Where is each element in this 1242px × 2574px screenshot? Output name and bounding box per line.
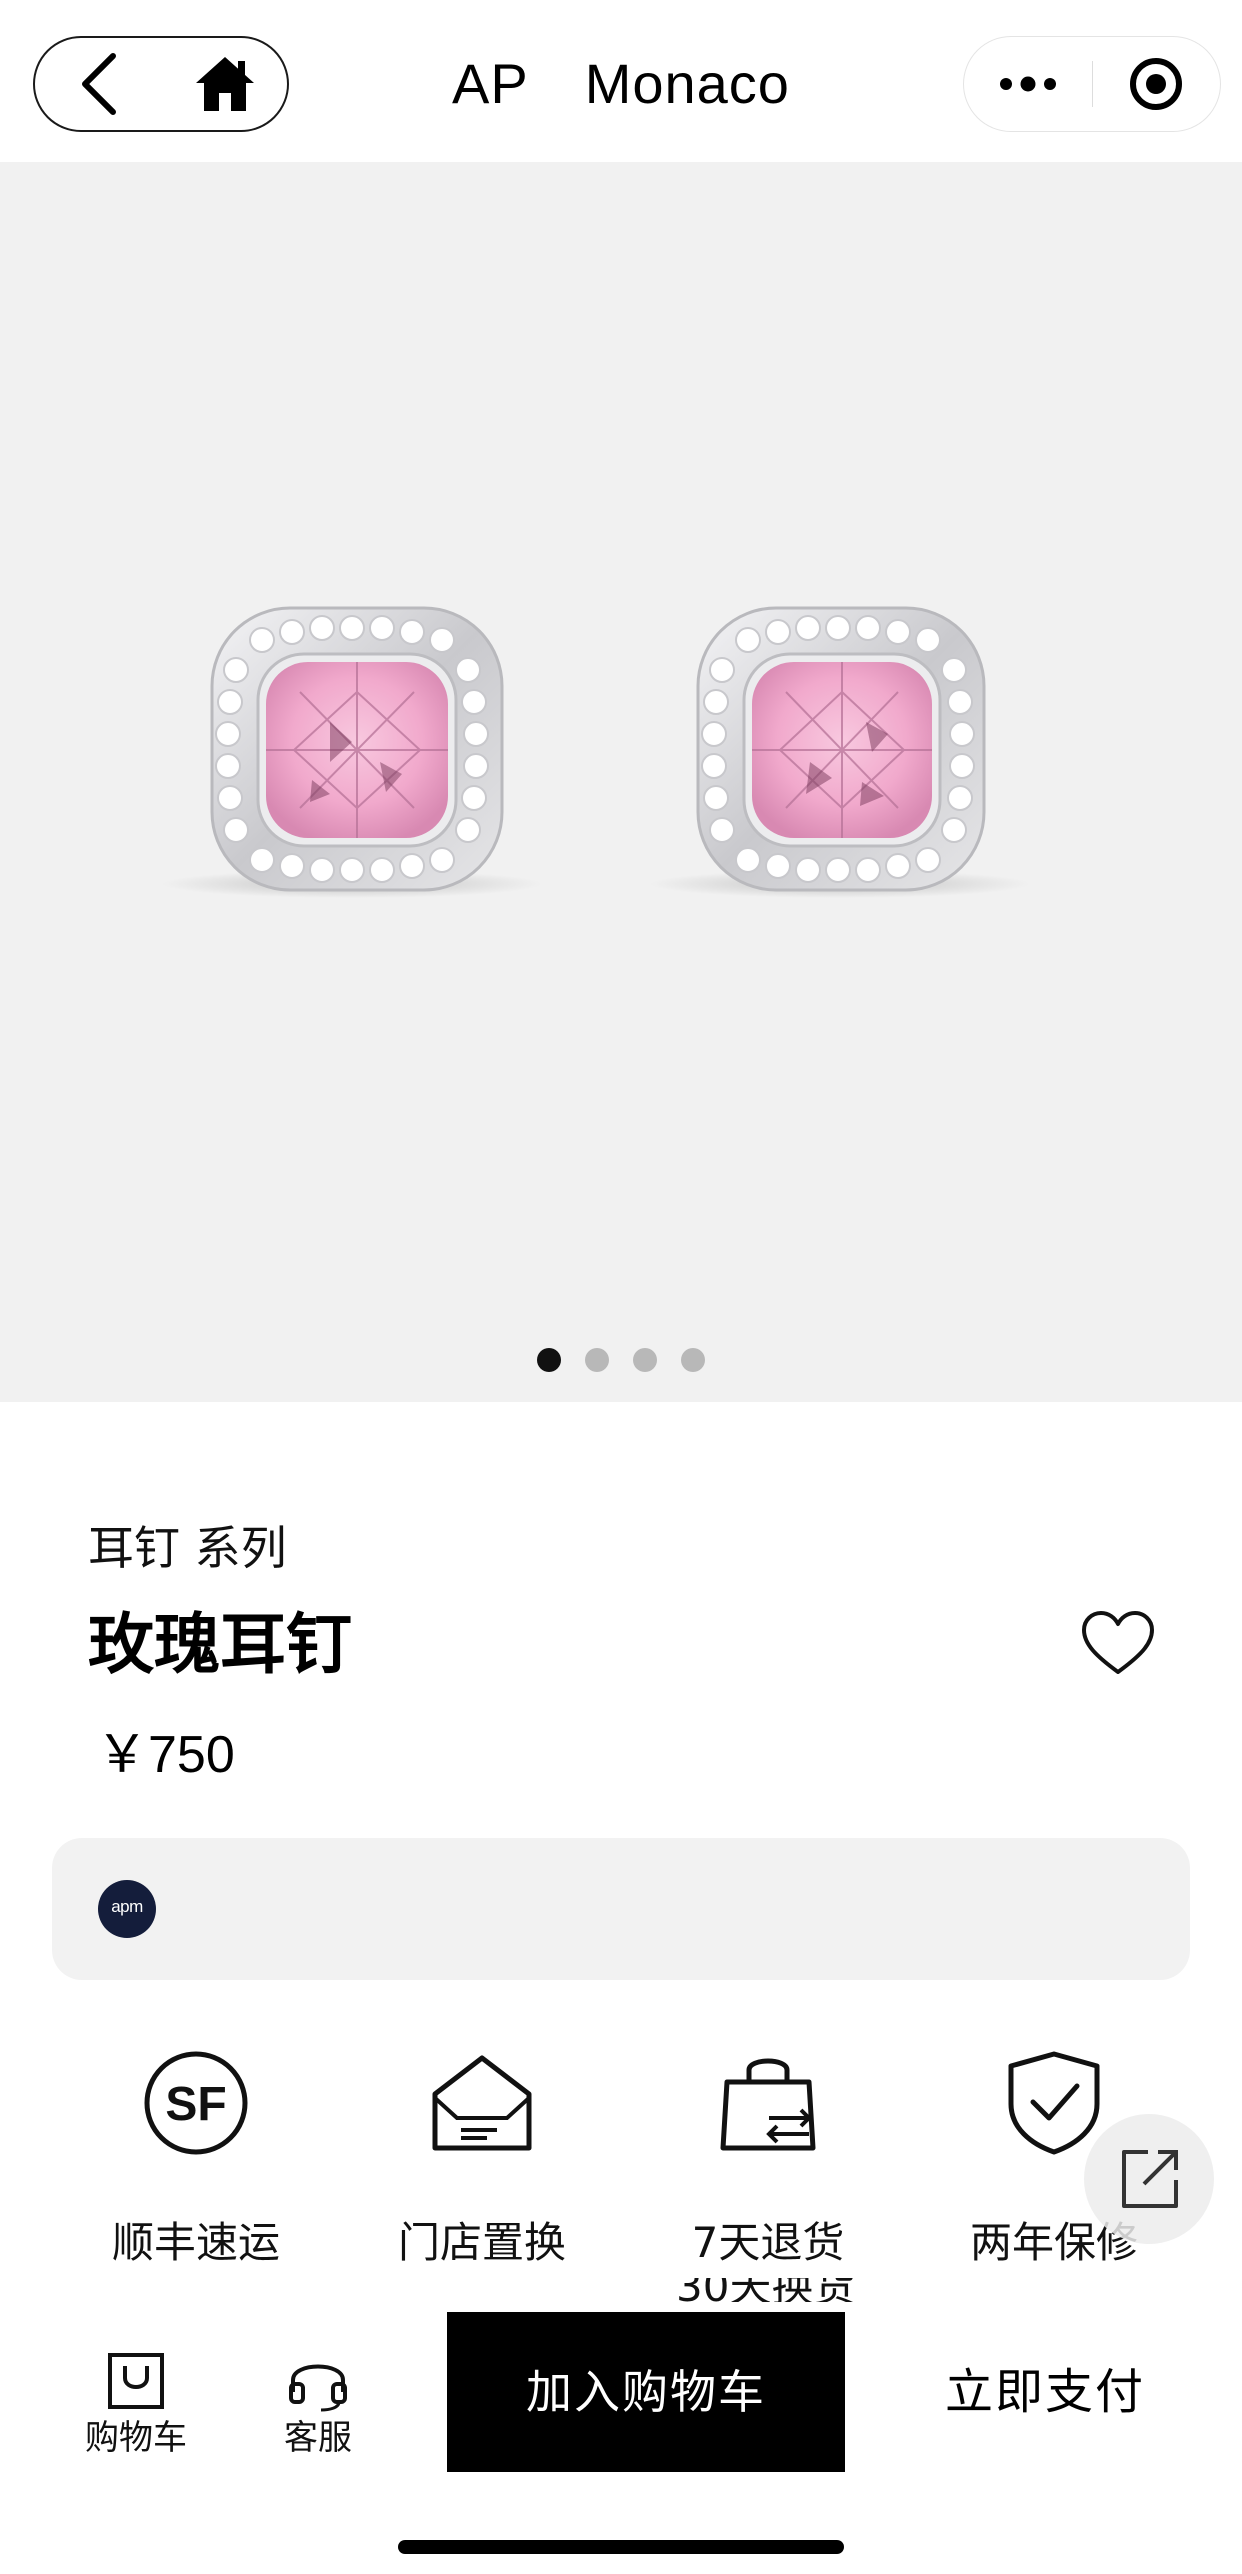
service-label: 门店置换	[397, 2218, 566, 2267]
product-image-gallery[interactable]	[0, 162, 1242, 1402]
left-earring	[162, 606, 542, 898]
add-to-cart-button[interactable]: 加入购物车	[447, 2312, 845, 2472]
tab-customer-service[interactable]: 客服	[238, 2342, 398, 2472]
tab-cart[interactable]: 购物车	[56, 2342, 216, 2472]
svg-text:SF: SF	[165, 2078, 226, 2131]
right-earring	[650, 606, 1030, 898]
target-icon	[1130, 58, 1182, 110]
cart-bag-icon	[108, 2353, 164, 2409]
brand-logo: apm	[98, 1880, 156, 1938]
back-button[interactable]	[35, 38, 163, 130]
service-return-exchange[interactable]: 7天退货	[618, 2048, 908, 2308]
home-button[interactable]	[161, 38, 289, 130]
more-button[interactable]	[964, 37, 1092, 131]
product-series: 耳钉 系列	[88, 1521, 287, 1575]
service-label-second-line: 30天换货	[676, 2278, 856, 2302]
tab-service-label: 客服	[284, 2418, 352, 2458]
favorite-button[interactable]	[1078, 1608, 1158, 1678]
page-title: AP Monaco	[452, 52, 790, 115]
pagination-dot-4[interactable]	[681, 1348, 705, 1372]
nav-capsule-left	[33, 36, 289, 132]
home-indicator	[398, 2540, 844, 2554]
share-button[interactable]	[1084, 2114, 1214, 2244]
service-label-2: 30天换货	[676, 2278, 855, 2302]
pagination-dot-1[interactable]	[537, 1348, 561, 1372]
shopping-bag-return-icon	[720, 2058, 816, 2151]
nav-capsule-right	[963, 36, 1221, 132]
gallery-pagination	[0, 1348, 1242, 1378]
sf-express-icon: SF	[144, 2051, 248, 2155]
close-miniprogram-button[interactable]	[1092, 37, 1220, 131]
buy-now-button[interactable]: 立即支付	[875, 2312, 1215, 2472]
service-sf-express[interactable]: SF 顺丰速运	[46, 2048, 336, 2308]
heart-outline-icon	[1082, 1611, 1154, 1674]
product-photo-earrings	[162, 606, 1030, 898]
headset-icon	[289, 2364, 347, 2412]
service-store-exchange[interactable]: 门店置换	[332, 2048, 622, 2308]
pagination-dot-2[interactable]	[585, 1348, 609, 1372]
chevron-left-icon	[82, 53, 116, 115]
shield-check-icon	[1008, 2051, 1100, 2155]
navigation-bar: AP Monaco	[0, 0, 1242, 162]
service-label: 顺丰速运	[111, 2218, 280, 2267]
product-price: ￥750	[96, 1726, 235, 1784]
brand-store-bar[interactable]: apm	[52, 1838, 1190, 1980]
home-icon	[196, 57, 254, 111]
bottom-action-bar: 购物车 客服 加入购物车 立即支付	[0, 2302, 1242, 2574]
tab-cart-label: 购物车	[85, 2418, 187, 2458]
service-label: 7天退货	[691, 2218, 845, 2267]
pagination-dot-3[interactable]	[633, 1348, 657, 1372]
share-icon	[1122, 2150, 1178, 2208]
store-exchange-icon	[432, 2055, 532, 2151]
more-dots-icon	[1000, 76, 1056, 92]
product-name: 玫瑰耳钉	[88, 1606, 352, 1683]
